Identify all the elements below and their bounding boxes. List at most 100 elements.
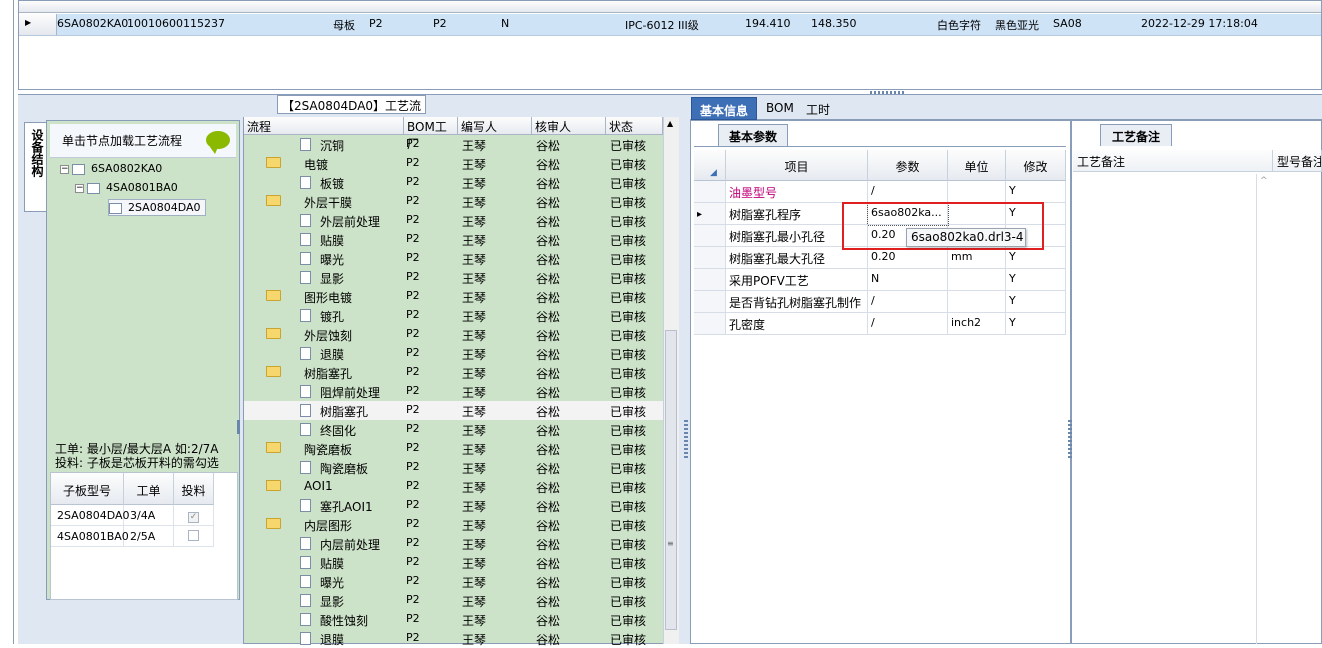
tree-node-root[interactable]: − 6SA0802KA0	[60, 162, 162, 175]
tree-node-selected[interactable]: 2SA0804DA0	[108, 199, 206, 216]
process-row[interactable]: 板镀 P2 王琴 谷松 已审核	[244, 173, 663, 192]
subgrid-cell-order[interactable]: 2/5A	[124, 526, 174, 547]
col-item[interactable]: 项目	[726, 150, 868, 181]
row-indicator: ▶	[19, 14, 57, 35]
col-bom-factory[interactable]: BOM工厂	[404, 117, 458, 151]
param-value[interactable]: /	[868, 181, 948, 203]
process-row[interactable]: −图形电镀P2王琴谷松已审核	[244, 287, 663, 306]
right-splitter-grip[interactable]	[1068, 420, 1072, 460]
param-item[interactable]: 树脂塞孔最大孔径	[726, 247, 868, 269]
section-divider	[694, 146, 1066, 147]
col-flow[interactable]: 流程	[244, 117, 404, 135]
param-item[interactable]: 油墨型号	[726, 181, 868, 203]
col-order[interactable]: 工单	[124, 473, 174, 505]
process-row[interactable]: 塞孔AOI1 P2 王琴 谷松 已审核	[244, 496, 663, 515]
col-unit[interactable]: 单位	[948, 150, 1006, 181]
side-tab-structure[interactable]: 设备结构	[24, 122, 46, 212]
process-row[interactable]: −陶瓷磨板P2王琴谷松已审核	[244, 439, 663, 458]
param-item[interactable]: 采用POFV工艺	[726, 269, 868, 291]
process-row[interactable]: 显影 P2 王琴 谷松 已审核	[244, 591, 663, 610]
process-row[interactable]: 阻焊前处理 P2 王琴 谷松 已审核	[244, 382, 663, 401]
col-modify[interactable]: 修改	[1006, 150, 1066, 181]
collapse-icon[interactable]: −	[60, 164, 69, 174]
process-row[interactable]: −外层干膜P2王琴谷松已审核	[244, 192, 663, 211]
param-row-indicator	[694, 181, 726, 203]
param-item[interactable]: 是否背钻孔树脂塞孔制作	[726, 291, 868, 313]
col-writer[interactable]: 编写人	[458, 117, 532, 135]
col-reviewer[interactable]: 核审人	[532, 117, 606, 135]
left-splitter-arrow[interactable]	[237, 420, 240, 434]
process-row[interactable]: 终固化 P2 王琴 谷松 已审核	[244, 420, 663, 439]
tab-work-hours[interactable]: 工时	[798, 97, 838, 120]
tab-bom[interactable]: BOM	[758, 97, 802, 120]
process-row[interactable]: 贴膜 P2 王琴 谷松 已审核	[244, 230, 663, 249]
process-name: 陶瓷磨板	[320, 462, 369, 476]
process-row[interactable]: −AOI1P2王琴谷松已审核	[244, 477, 663, 496]
param-unit[interactable]	[948, 269, 1006, 291]
process-row[interactable]: −树脂塞孔P2王琴谷松已审核	[244, 363, 663, 382]
param-modify[interactable]: Y	[1006, 291, 1066, 313]
top-grid-row[interactable]: ▶ 6SA0802KA0 10010600115237 母板 P2 P2 N I…	[19, 14, 1321, 36]
col-feed[interactable]: 投料	[174, 473, 214, 505]
process-reviewer: 谷松	[536, 215, 561, 229]
param-modify[interactable]: Y	[1006, 269, 1066, 291]
process-row[interactable]: 退膜 P2 王琴 谷松 已审核	[244, 344, 663, 363]
col-status[interactable]: 状态	[606, 117, 663, 135]
param-unit[interactable]: inch2	[948, 313, 1006, 335]
feed-checkbox[interactable]	[188, 530, 199, 541]
param-value[interactable]: N	[868, 269, 948, 291]
param-unit[interactable]	[948, 291, 1006, 313]
param-item[interactable]: 孔密度	[726, 313, 868, 335]
param-unit[interactable]	[948, 181, 1006, 203]
tree-node-child[interactable]: − 4SA0801BA0	[75, 181, 178, 194]
col-process-notes[interactable]: 工艺备注	[1073, 150, 1273, 172]
mid-splitter-grip[interactable]	[684, 420, 688, 460]
subgrid-cell-model[interactable]: 2SA0804DA0	[51, 505, 130, 526]
section-basic-params[interactable]: 基本参数	[718, 124, 788, 146]
tree-node-label: 6SA0802KA0	[91, 162, 163, 175]
tab-basic-info[interactable]: 基本信息	[691, 97, 758, 120]
process-reviewer: 谷松	[536, 481, 561, 495]
param-modify[interactable]: Y	[1006, 181, 1066, 203]
splitter-grip[interactable]	[870, 91, 906, 94]
process-row[interactable]: 退膜 P2 王琴 谷松 已审核	[244, 629, 663, 648]
process-row[interactable]: 曝光 P2 王琴 谷松 已审核	[244, 249, 663, 268]
param-modify[interactable]: Y	[1006, 313, 1066, 335]
process-bom: P2	[406, 327, 420, 340]
col-subboard-model[interactable]: 子板型号	[51, 473, 124, 505]
process-row[interactable]: 显影 P2 王琴 谷松 已审核	[244, 268, 663, 287]
right-splitter[interactable]	[1070, 120, 1072, 644]
process-row[interactable]: 树脂塞孔 P2 王琴 谷松 已审核	[244, 401, 663, 420]
process-row[interactable]: 外层前处理 P2 王琴 谷松 已审核	[244, 211, 663, 230]
process-row[interactable]: −外层蚀刻P2王琴谷松已审核	[244, 325, 663, 344]
param-value[interactable]: /	[868, 291, 948, 313]
scroll-thumb[interactable]: ≡	[665, 330, 677, 630]
collapse-icon[interactable]: −	[75, 183, 84, 193]
col-value[interactable]: 参数	[868, 150, 948, 181]
process-writer: 王琴	[462, 462, 487, 476]
scroll-up-icon[interactable]: ▲	[667, 119, 673, 128]
subgrid-cell-model[interactable]: 4SA0801BA0	[51, 526, 129, 547]
col-model-notes[interactable]: 型号备注	[1273, 150, 1322, 172]
process-row[interactable]: 沉铜 P2 王琴 谷松 已审核	[244, 135, 663, 154]
process-row[interactable]: 曝光 P2 王琴 谷松 已审核	[244, 572, 663, 591]
folder-icon	[266, 157, 281, 168]
param-modify[interactable]: Y	[1006, 247, 1066, 269]
process-row[interactable]: 酸性蚀刻 P2 王琴 谷松 已审核	[244, 610, 663, 629]
feed-checkbox[interactable]: ✓	[188, 512, 199, 523]
process-bom: P2	[406, 460, 420, 473]
process-status: 已审核	[610, 196, 647, 210]
process-row[interactable]: 贴膜 P2 王琴 谷松 已审核	[244, 553, 663, 572]
subgrid-cell-order[interactable]: 3/4A	[124, 505, 174, 526]
param-unit[interactable]: mm	[948, 247, 1006, 269]
process-row[interactable]: 镀孔 P2 王琴 谷松 已审核	[244, 306, 663, 325]
notes-scrollbar[interactable]: ^	[1256, 174, 1272, 644]
section-process-notes[interactable]: 工艺备注	[1100, 124, 1172, 146]
process-row[interactable]: −电镀P2王琴谷松已审核	[244, 154, 663, 173]
process-row[interactable]: 陶瓷磨板 P2 王琴 谷松 已审核	[244, 458, 663, 477]
param-value[interactable]: /	[868, 313, 948, 335]
process-row[interactable]: −内层图形P2王琴谷松已审核	[244, 515, 663, 534]
scroll-up-icon[interactable]: ^	[1260, 176, 1268, 186]
param-value[interactable]: 0.20	[868, 247, 948, 269]
process-row[interactable]: 内层前处理 P2 王琴 谷松 已审核	[244, 534, 663, 553]
